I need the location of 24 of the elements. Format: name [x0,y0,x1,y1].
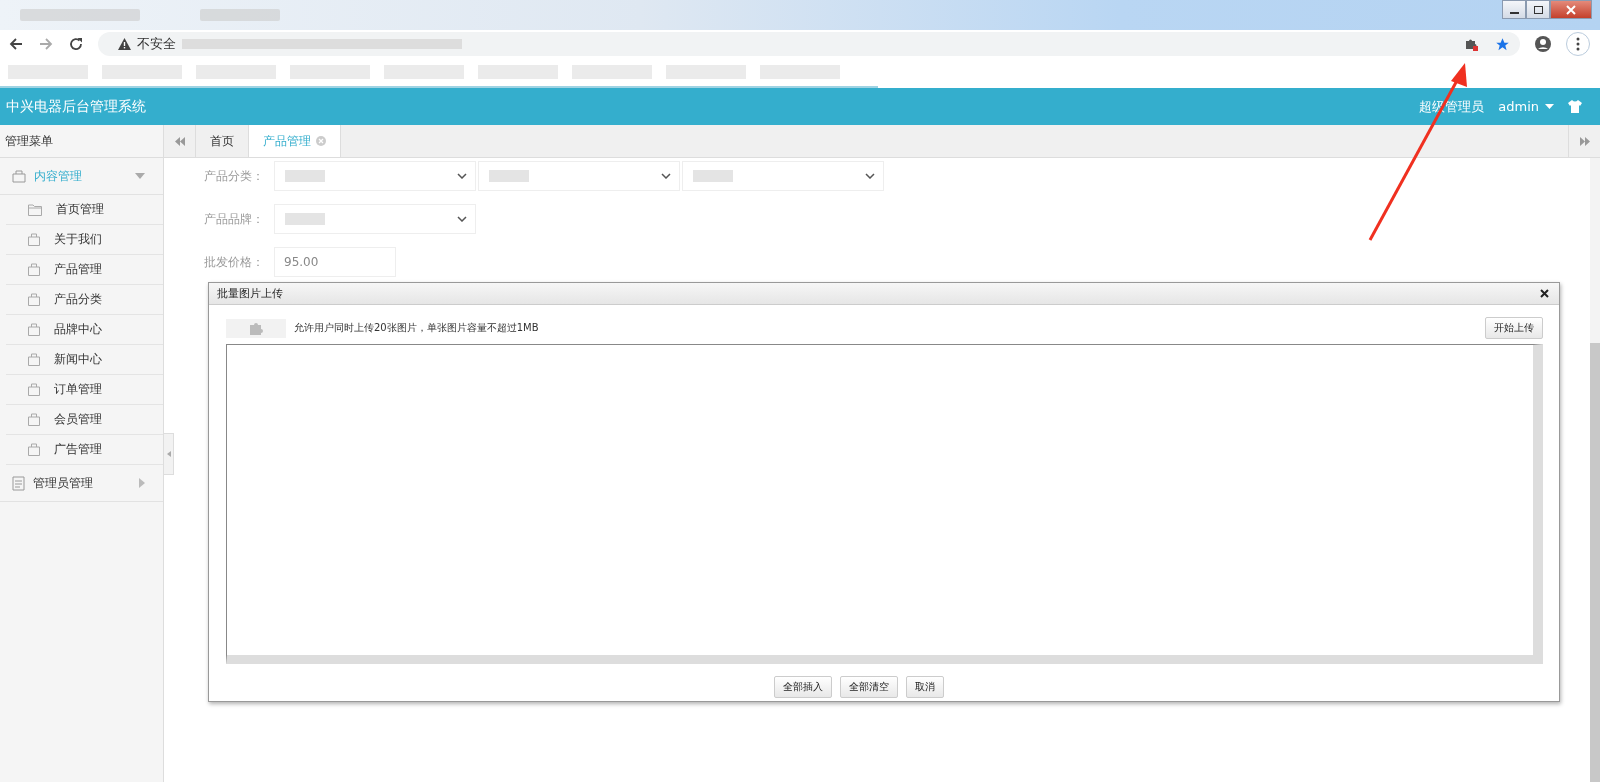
dialog-button[interactable]: 取消 [906,676,944,698]
menu-item[interactable]: 首页管理 [6,195,163,225]
field-label: 批发价格： [204,253,265,271]
dialog-button[interactable]: 全部插入 [774,676,832,698]
price-field[interactable]: 95.00 [274,247,396,277]
menu-item[interactable]: 关于我们 [6,225,163,255]
address-bar[interactable]: 不安全 [98,32,1520,56]
field-label: 产品品牌： [204,210,265,228]
menu-item[interactable]: 产品管理 [6,255,163,285]
app-title: 中兴电器后台管理系统 [6,97,146,116]
security-label: 不安全 [137,35,176,53]
menu-item[interactable]: 品牌中心 [6,315,163,345]
menu-item[interactable]: 订单管理 [6,375,163,405]
menu-item[interactable]: 会员管理 [6,405,163,435]
menu-item[interactable]: 新闻中心 [6,345,163,375]
sidebar-heading: 管理菜单 [0,125,163,158]
menu-item[interactable]: 广告管理 [6,435,163,465]
start-upload-button[interactable]: 开始上传 [1485,317,1543,339]
menu-group[interactable]: 管理员管理 [0,465,163,502]
menu-item[interactable]: 产品分类 [6,285,163,315]
dialog-button[interactable]: 全部清空 [840,676,898,698]
field-label: 产品分类： [204,167,265,185]
dialog-title: 批量图片上传 [217,286,283,301]
upload-hint: 允许用户同时上传20张图片，单张图片容量不超过1MB [294,321,539,335]
